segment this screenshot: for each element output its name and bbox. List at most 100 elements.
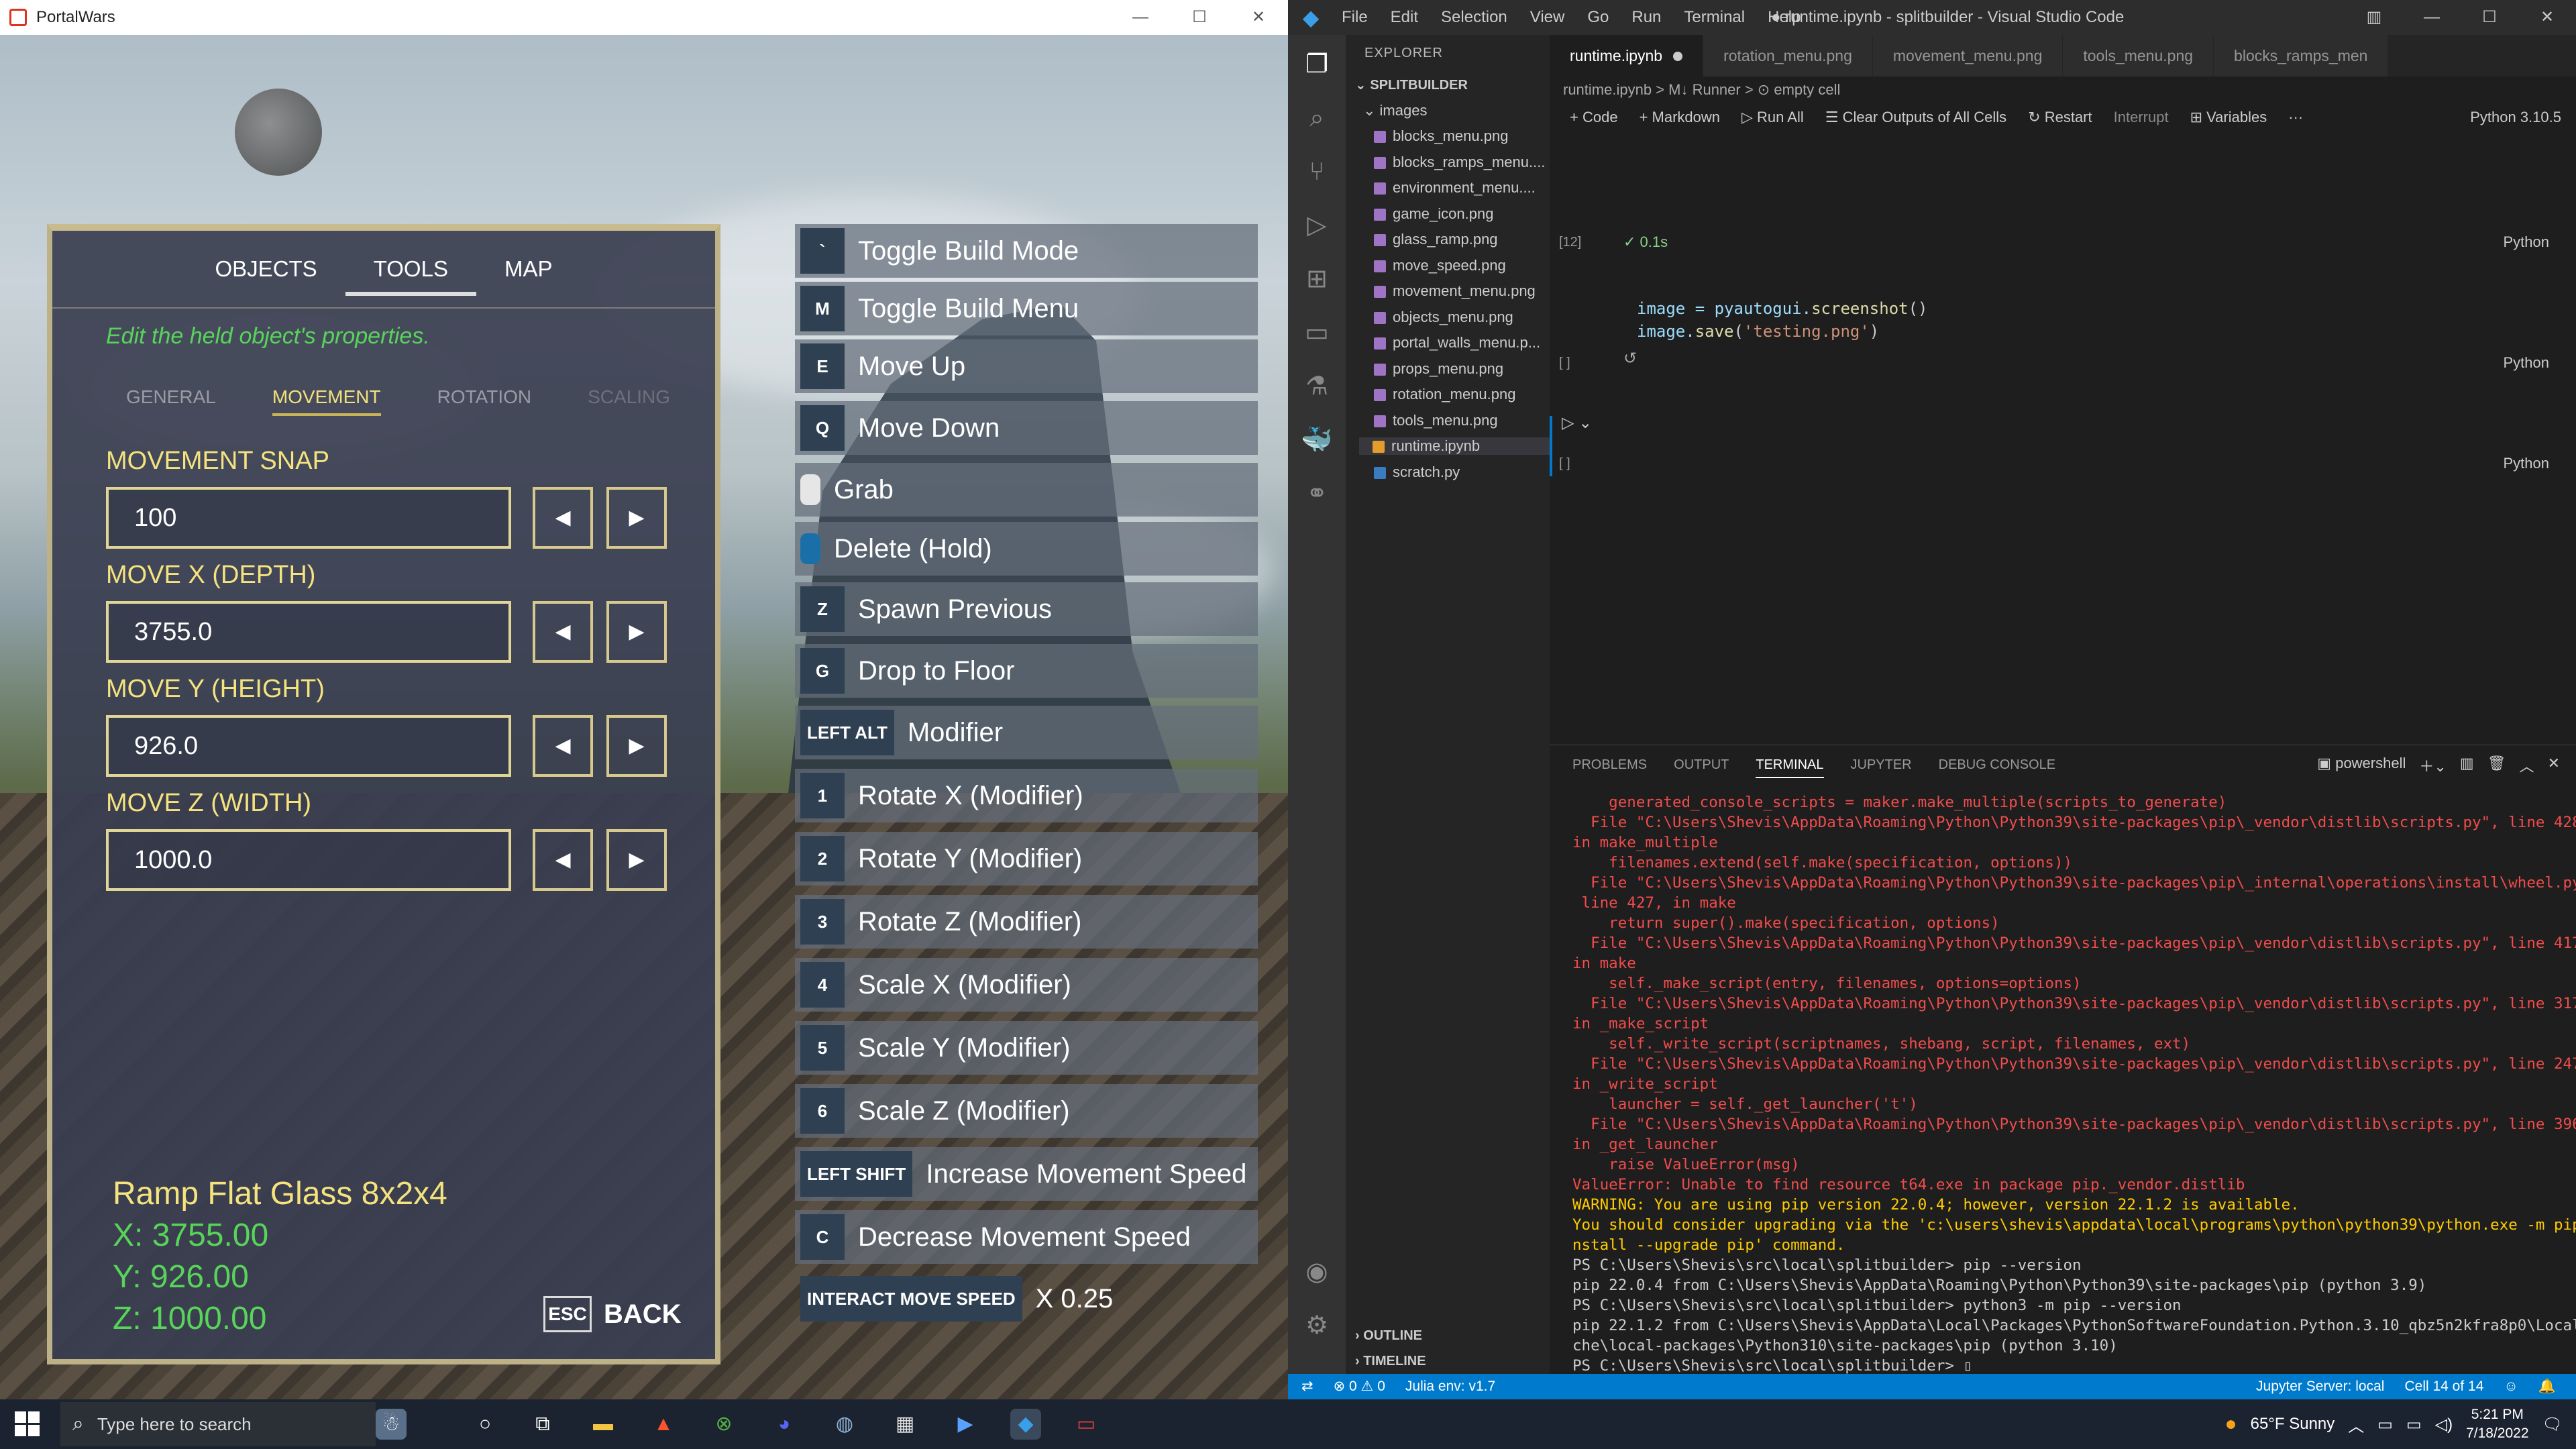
tab-rotation-menu[interactable]: rotation_menu.png [1703,35,1873,76]
tab-movement-menu[interactable]: movement_menu.png [1872,35,2063,76]
new-terminal-icon[interactable]: ＋⌄ [2419,755,2446,776]
file-blocks-ramps-menu[interactable]: blocks_ramps_menu.... [1374,154,1545,171]
move-y-input[interactable]: 926.0 [106,715,511,777]
xbox-icon[interactable]: ⊗ [708,1409,739,1440]
file-environment-menu[interactable]: environment_menu.... [1374,179,1536,197]
close-icon[interactable]: ✕ [1229,0,1288,35]
tab-tools-menu[interactable]: tools_menu.png [2063,35,2214,76]
file-glass-ramp-png[interactable]: glass_ramp.png [1374,231,1498,248]
taskbar-clock[interactable]: 5:21 PM 7/18/2022 [2466,1405,2528,1443]
subtab-movement[interactable]: MOVEMENT [272,386,381,416]
maximize-icon[interactable]: ☐ [2461,0,2518,35]
file-explorer-icon[interactable]: ▬ [588,1409,619,1440]
windows-start-icon[interactable] [15,1411,40,1437]
cell-language[interactable]: Python [2504,233,2550,251]
remote-explorer-icon[interactable]: ▭ [1301,317,1333,349]
network-icon[interactable]: ▭ [2406,1415,2422,1434]
feedback-icon[interactable]: ☺ [2504,1374,2518,1399]
file-game-icon-png[interactable]: game_icon.png [1374,205,1493,223]
file-rotation-menu-png[interactable]: rotation_menu.png [1374,386,1515,403]
portalwars-taskbar-icon[interactable]: ▭ [1071,1409,1102,1440]
movement-snap-decrease-button[interactable]: ◀ [533,487,593,549]
code-line-2[interactable]: image.save('testing.png') [1637,322,1879,341]
cell-language[interactable]: Python [2504,354,2550,372]
vscode-taskbar-icon[interactable]: ◆ [1010,1409,1041,1440]
tab-output[interactable]: OUTPUT [1674,757,1729,778]
terminal-shell-selector[interactable]: ▣ powershell [2317,755,2406,776]
more-actions-button[interactable]: ··· [2288,109,2303,126]
add-code-cell-button[interactable]: + Code [1570,109,1618,126]
notebook-cell-empty[interactable]: ☰ ▷ ▷ ⊟ ··· 🗑 ▷ ⌄ [ ] Python [1550,389,2576,476]
menu-selection[interactable]: Selection [1441,8,1507,27]
tab-terminal[interactable]: TERMINAL [1756,757,1824,778]
testing-icon[interactable]: ⚗ [1301,370,1333,402]
maximize-panel-icon[interactable]: ︿ [2520,755,2534,776]
move-x-decrease-button[interactable]: ◀ [533,601,593,663]
settings-gear-icon[interactable]: ⚙ [1301,1309,1333,1342]
tab-tools[interactable]: TOOLS [345,242,476,296]
cortana-icon[interactable]: ○ [470,1409,500,1440]
back-button[interactable]: ESC BACK [543,1296,682,1332]
movement-snap-increase-button[interactable]: ▶ [606,487,667,549]
menu-edit[interactable]: Edit [1391,8,1418,27]
discord-icon[interactable]: ◕ [769,1409,800,1440]
file-objects-menu-png[interactable]: objects_menu.png [1374,309,1513,326]
docker-icon[interactable]: 🐳 [1301,424,1333,456]
close-panel-icon[interactable]: ✕ [2548,755,2560,776]
code-line-1[interactable]: image = pyautogui.screenshot() [1637,299,1928,318]
explorer-icon[interactable]: ❐ [1301,48,1333,80]
jupyter-server-status[interactable]: Jupyter Server: local [2256,1374,2384,1399]
jupyter-icon[interactable]: ⚭ [1301,478,1333,510]
move-y-increase-button[interactable]: ▶ [606,715,667,777]
run-debug-icon[interactable]: ▷ [1301,209,1333,241]
file-blocks-menu-png[interactable]: blocks_menu.png [1374,127,1508,145]
powershell-icon[interactable]: ▶ [950,1409,981,1440]
action-center-icon[interactable]: 🗨 [2542,1415,2563,1434]
weather-text[interactable]: 65°F Sunny [2251,1415,2335,1434]
search-icon[interactable]: ⌕ [1301,102,1333,134]
menu-go[interactable]: Go [1587,8,1609,27]
file-movement-menu-png[interactable]: movement_menu.png [1374,282,1536,300]
execution-history-icon[interactable]: ↺ [1623,349,1637,368]
move-z-decrease-button[interactable]: ◀ [533,829,593,891]
account-icon[interactable]: ◉ [1301,1256,1333,1288]
move-z-increase-button[interactable]: ▶ [606,829,667,891]
add-markdown-cell-button[interactable]: + Markdown [1640,109,1720,126]
move-z-input[interactable]: 1000.0 [106,829,511,891]
tab-blocks-ramps-menu[interactable]: blocks_ramps_men [2214,35,2389,76]
search-highlight-icon[interactable]: ☃ [376,1409,407,1440]
subtab-rotation[interactable]: ROTATION [437,386,532,416]
restart-kernel-button[interactable]: ↻ Restart [2028,109,2092,126]
run-cell-icon[interactable]: ▷ ⌄ [1562,413,1592,433]
subtab-scaling[interactable]: SCALING [588,386,670,416]
file-scratch-py[interactable]: scratch.py [1374,464,1460,481]
tab-objects[interactable]: OBJECTS [187,242,345,296]
folder-images[interactable]: ⌄ images [1363,102,1427,119]
close-icon[interactable]: ✕ [2518,0,2576,35]
menu-view[interactable]: View [1530,8,1565,27]
file-portal-walls-menu-p[interactable]: portal_walls_menu.p... [1374,334,1540,352]
tray-overflow-icon[interactable]: ︿ [2348,1413,2364,1436]
menu-terminal[interactable]: Terminal [1684,8,1745,27]
problems-count[interactable]: ⊗ 0 ⚠ 0 [1334,1374,1385,1399]
variables-button[interactable]: ⊞ Variables [2190,109,2267,126]
terminal-output[interactable]: generated_console_scripts = maker.make_m… [1572,792,2576,1376]
split-terminal-icon[interactable]: ▥ [2460,755,2474,776]
tab-map[interactable]: MAP [476,242,581,296]
tray-app-icon[interactable]: ▭ [2377,1415,2393,1434]
menu-run[interactable]: Run [1631,8,1661,27]
file-runtime-ipynb[interactable]: runtime.ipynb [1359,437,1550,455]
kernel-picker[interactable]: Python 3.10.5 [2470,109,2561,126]
julia-env-status[interactable]: Julia env: v1.7 [1405,1374,1495,1399]
kill-terminal-icon[interactable]: 🗑 [2487,755,2506,776]
cell-language[interactable]: Python [2504,455,2550,472]
layout-icon[interactable]: ▥ [2345,0,2403,35]
menu-file[interactable]: File [1342,8,1368,27]
tab-debug-console[interactable]: DEBUG CONSOLE [1939,757,2055,778]
minimize-icon[interactable]: — [2403,0,2461,35]
tab-problems[interactable]: PROBLEMS [1572,757,1647,778]
file-props-menu-png[interactable]: props_menu.png [1374,360,1503,378]
interrupt-kernel-button[interactable]: Interrupt [2114,109,2169,126]
volume-icon[interactable]: ◁) [2435,1415,2453,1434]
maximize-icon[interactable]: ☐ [1170,0,1229,35]
